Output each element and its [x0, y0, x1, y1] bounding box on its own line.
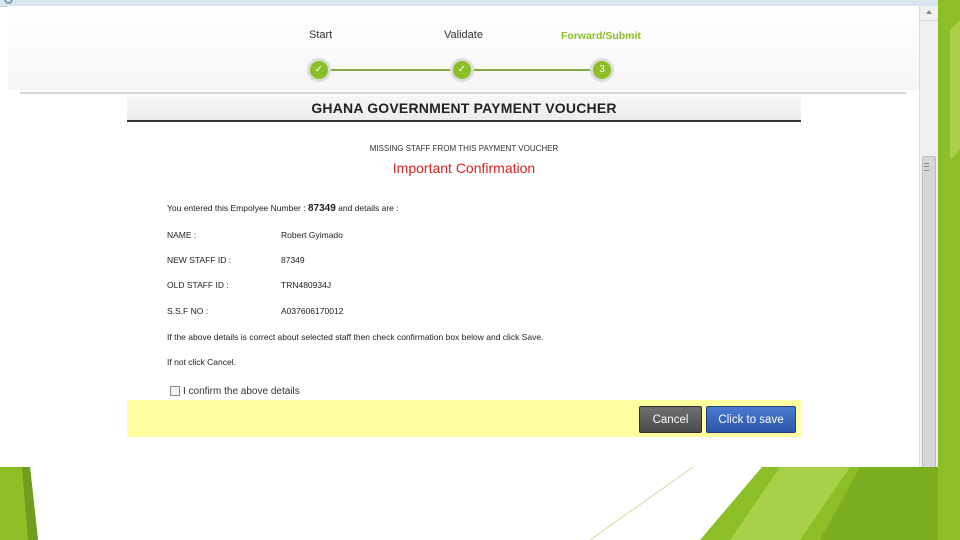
- wizard-divider: [20, 92, 906, 94]
- voucher-title: GHANA GOVERNMENT PAYMENT VOUCHER: [127, 96, 801, 122]
- scrollbar-grip-icon: [924, 163, 929, 171]
- vertical-scrollbar[interactable]: [919, 6, 938, 467]
- voucher-subtitle: MISSING STAFF FROM THIS PAYMENT VOUCHER: [369, 144, 559, 153]
- employee-number-value: 87349: [307, 203, 336, 214]
- name-value: Robert Gyimado: [281, 230, 343, 240]
- confirm-checkbox[interactable]: [170, 386, 180, 396]
- step-validate-check-icon: ✓: [450, 58, 474, 82]
- save-button[interactable]: Click to save: [706, 406, 796, 433]
- step-validate-label: Validate: [444, 29, 483, 41]
- confirmation-instruction: If the above details is correct about se…: [167, 332, 544, 342]
- step-start-label: Start: [309, 29, 333, 41]
- browser-icon: [4, 0, 13, 4]
- entered-suffix: and details are :: [335, 203, 399, 213]
- scrollbar-thumb[interactable]: [922, 156, 936, 467]
- name-label: NAME :: [167, 230, 197, 240]
- important-confirmation-heading: Important Confirmation: [392, 160, 536, 176]
- old-staff-id-value: TRN480934J: [281, 280, 332, 290]
- page-content: Start Validate Forward/Submit ✓ ✓ 3 GHAN…: [8, 6, 920, 467]
- ssf-no-value: A037606170012: [281, 306, 344, 316]
- step-start-check-icon: ✓: [307, 58, 331, 82]
- confirm-checkbox-label[interactable]: I confirm the above details: [183, 386, 300, 397]
- new-staff-id-label: NEW STAFF ID :: [167, 255, 232, 265]
- browser-window: Start Validate Forward/Submit ✓ ✓ 3 GHAN…: [0, 0, 938, 467]
- scroll-up-arrow-icon[interactable]: [920, 6, 938, 21]
- action-bar: Cancel Click to save: [127, 400, 801, 437]
- cancel-button[interactable]: Cancel: [639, 406, 702, 433]
- new-staff-id-value: 87349: [281, 255, 305, 265]
- ssf-no-label: S.S.F NO :: [167, 306, 209, 316]
- employee-number-statement: You entered this Empolyee Number : 87349…: [167, 203, 399, 214]
- entered-prefix: You entered this Empolyee Number :: [167, 203, 308, 213]
- step-forward-submit-label: Forward/Submit: [561, 30, 641, 42]
- step-forward-submit-node: 3: [590, 58, 614, 82]
- old-staff-id-label: OLD STAFF ID :: [167, 280, 229, 290]
- cancel-instruction: If not click Cancel.: [167, 357, 236, 367]
- progress-wizard: Start Validate Forward/Submit ✓ ✓ 3: [8, 6, 920, 96]
